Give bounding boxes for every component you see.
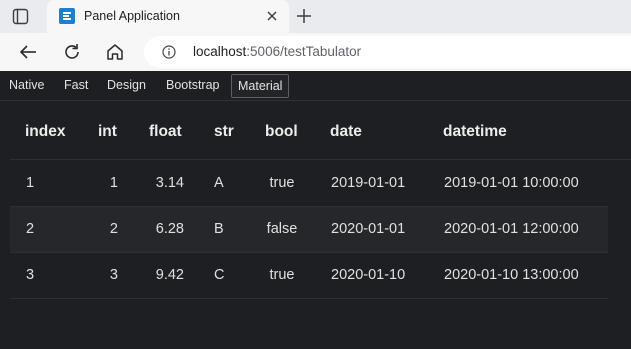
theme-tab-design[interactable]: Design bbox=[101, 74, 152, 98]
column-header-float[interactable]: float bbox=[149, 123, 182, 141]
home-icon[interactable] bbox=[104, 41, 126, 63]
back-arrow-icon[interactable] bbox=[17, 41, 39, 63]
cell-date[interactable]: 2020-01-01 bbox=[331, 221, 405, 237]
cell-str[interactable]: A bbox=[214, 175, 224, 191]
cell-float[interactable]: 3.14 bbox=[138, 175, 184, 191]
new-tab-icon[interactable] bbox=[295, 7, 313, 25]
table-row[interactable]: 1 1 3.14 A true 2019-01-01 2019-01-01 10… bbox=[10, 161, 608, 207]
cell-str[interactable]: B bbox=[214, 221, 224, 237]
theme-tab-fast[interactable]: Fast bbox=[58, 74, 94, 98]
close-tab-icon[interactable] bbox=[265, 9, 279, 23]
theme-tab-native[interactable]: Native bbox=[3, 74, 50, 98]
cell-datetime[interactable]: 2020-01-10 13:00:00 bbox=[444, 267, 579, 283]
theme-tab-bar: Native Fast Design Bootstrap Material bbox=[0, 71, 631, 101]
column-header-bool[interactable]: bool bbox=[265, 123, 298, 141]
address-bar[interactable]: localhost:5006/testTabulator bbox=[144, 36, 631, 68]
column-header-date[interactable]: date bbox=[330, 123, 362, 141]
browser-toolbar: localhost:5006/testTabulator bbox=[0, 33, 631, 71]
theme-tab-bootstrap[interactable]: Bootstrap bbox=[160, 74, 226, 98]
panel-app: Native Fast Design Bootstrap Material in… bbox=[0, 71, 631, 349]
cell-bool[interactable]: true bbox=[260, 175, 304, 191]
cell-datetime[interactable]: 2020-01-01 12:00:00 bbox=[444, 221, 579, 237]
cell-index[interactable]: 3 bbox=[26, 267, 34, 283]
table-row[interactable]: 3 3 9.42 C true 2020-01-10 2020-01-10 13… bbox=[10, 253, 608, 299]
column-header-str[interactable]: str bbox=[214, 123, 234, 141]
table-header: index int float str bool date datetime bbox=[10, 102, 631, 160]
site-info-icon[interactable] bbox=[162, 45, 176, 59]
browser-tab[interactable]: Panel Application bbox=[47, 0, 289, 33]
column-header-datetime[interactable]: datetime bbox=[443, 123, 507, 141]
cell-bool[interactable]: false bbox=[260, 221, 304, 237]
tab-actions-icon[interactable] bbox=[12, 8, 29, 25]
cell-int[interactable]: 3 bbox=[90, 267, 118, 283]
cell-float[interactable]: 9.42 bbox=[138, 267, 184, 283]
cell-int[interactable]: 2 bbox=[90, 221, 118, 237]
column-header-int[interactable]: int bbox=[98, 123, 117, 141]
column-header-index[interactable]: index bbox=[25, 123, 65, 141]
url-path: :5006/testTabulator bbox=[246, 44, 362, 59]
cell-index[interactable]: 2 bbox=[26, 221, 34, 237]
cell-date[interactable]: 2020-01-10 bbox=[331, 267, 405, 283]
cell-index[interactable]: 1 bbox=[26, 175, 34, 191]
cell-int[interactable]: 1 bbox=[90, 175, 118, 191]
cell-float[interactable]: 6.28 bbox=[138, 221, 184, 237]
table-row[interactable]: 2 2 6.28 B false 2020-01-01 2020-01-01 1… bbox=[10, 207, 608, 253]
reload-icon[interactable] bbox=[61, 41, 83, 63]
tab-title: Panel Application bbox=[84, 9, 180, 23]
cell-datetime[interactable]: 2019-01-01 10:00:00 bbox=[444, 175, 579, 191]
cell-date[interactable]: 2019-01-01 bbox=[331, 175, 405, 191]
panel-favicon-icon bbox=[59, 8, 75, 24]
url-host: localhost bbox=[193, 44, 247, 59]
browser-tab-strip: Panel Application bbox=[0, 0, 631, 33]
cell-str[interactable]: C bbox=[214, 267, 224, 283]
url-text[interactable]: localhost:5006/testTabulator bbox=[193, 44, 361, 59]
cell-bool[interactable]: true bbox=[260, 267, 304, 283]
theme-tab-material[interactable]: Material bbox=[231, 74, 290, 98]
